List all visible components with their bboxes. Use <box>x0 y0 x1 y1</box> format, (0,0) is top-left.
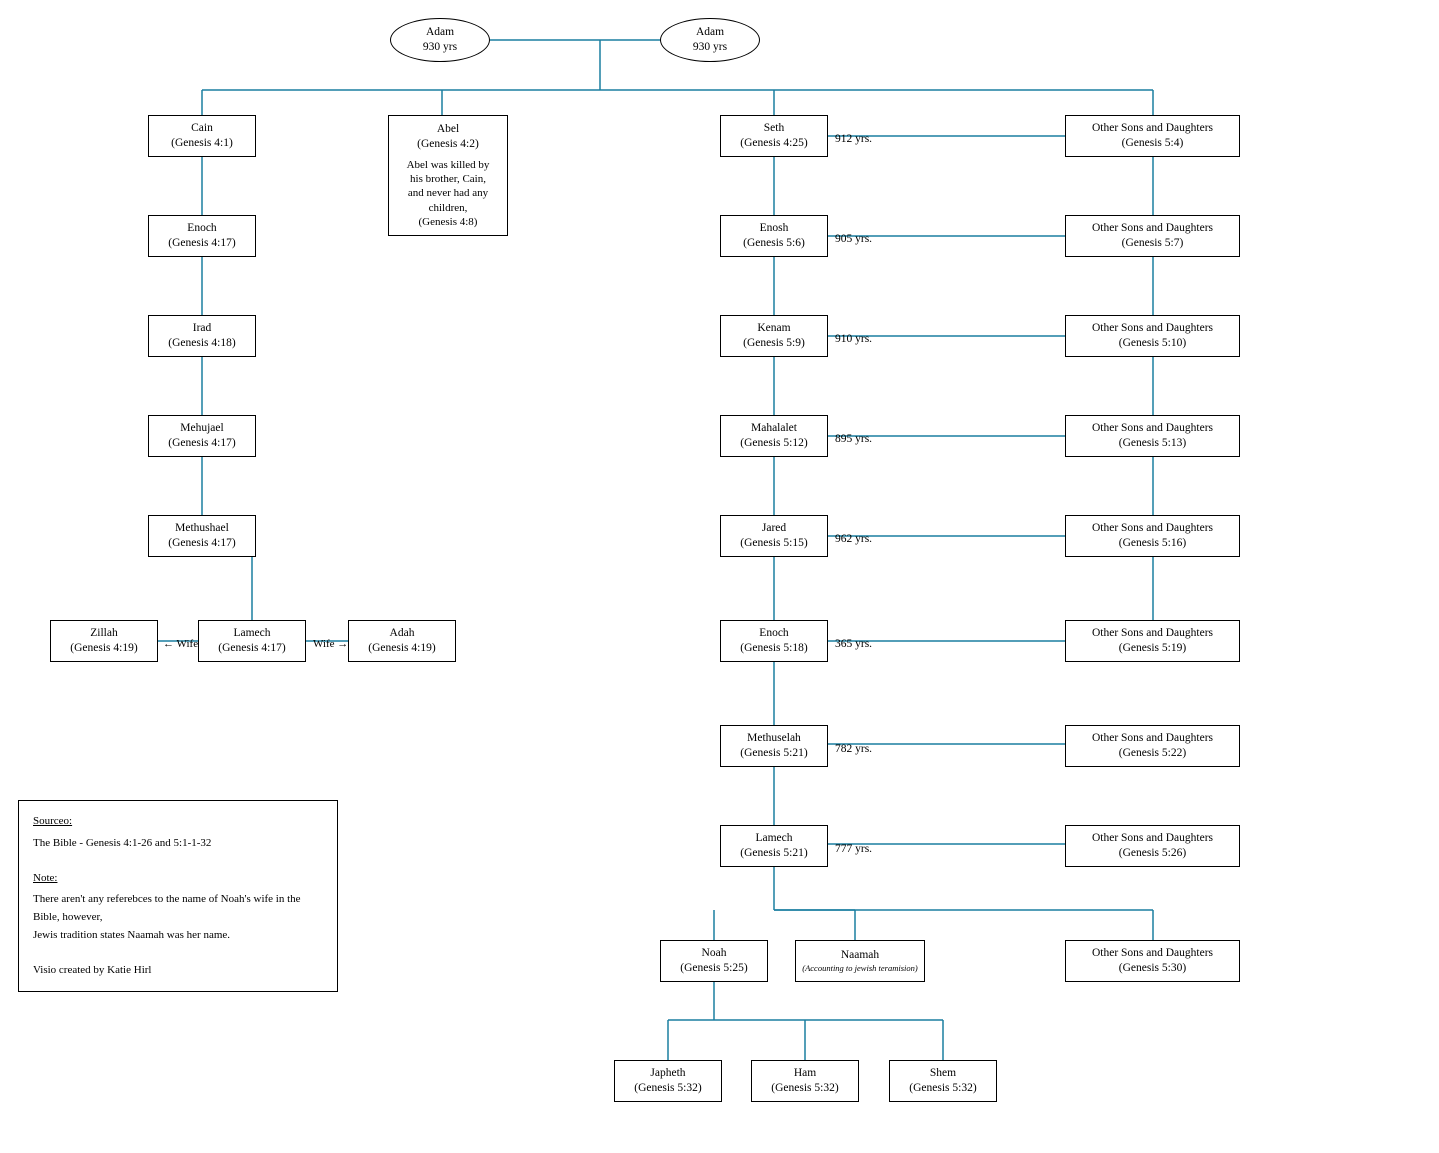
seth-node: Seth(Genesis 4:25) <box>720 115 828 157</box>
methuselah-node: Methuselah(Genesis 5:21) <box>720 725 828 767</box>
noah-node: Noah(Genesis 5:25) <box>660 940 768 982</box>
enoch-cain-node: Enoch(Genesis 4:17) <box>148 215 256 257</box>
mahalalet-node: Mahalalet(Genesis 5:12) <box>720 415 828 457</box>
naamah-node: Naamah (Accounting to jewish teramision) <box>795 940 925 982</box>
mehujael-node: Mehujael(Genesis 4:17) <box>148 415 256 457</box>
kenam-node: Kenam(Genesis 5:9) <box>720 315 828 357</box>
enoch-seth-node: Enoch(Genesis 5:18) <box>720 620 828 662</box>
other-sons-jared-node: Other Sons and Daughters(Genesis 5:16) <box>1065 515 1240 557</box>
enosh-node: Enosh(Genesis 5:6) <box>720 215 828 257</box>
lamech-seth-node: Lamech(Genesis 5:21) <box>720 825 828 867</box>
source-title: Sourceo: <box>33 815 72 827</box>
note-text: There aren't any referebces to the name … <box>33 891 323 944</box>
source-box: Sourceo: The Bible - Genesis 4:1-26 and … <box>18 800 338 992</box>
other-sons-lamech-seth-node: Other Sons and Daughters(Genesis 5:26) <box>1065 825 1240 867</box>
wife-label-right: Wife → <box>313 638 348 650</box>
adam1-node: Adam 930 yrs <box>390 18 490 62</box>
age-912: 912 yrs. <box>835 133 872 145</box>
methushael-node: Methushael(Genesis 4:17) <box>148 515 256 557</box>
note-title: Note: <box>33 872 57 884</box>
other-sons-mahalalet-node: Other Sons and Daughters(Genesis 5:13) <box>1065 415 1240 457</box>
other-sons-enosh-node: Other Sons and Daughters(Genesis 5:7) <box>1065 215 1240 257</box>
ham-node: Ham(Genesis 5:32) <box>751 1060 859 1102</box>
adam2-node: Adam 930 yrs <box>660 18 760 62</box>
other-sons-methuselah-node: Other Sons and Daughters(Genesis 5:22) <box>1065 725 1240 767</box>
wife-label-left: ← Wife <box>163 638 198 650</box>
other-sons-seth-node: Other Sons and Daughters(Genesis 5:4) <box>1065 115 1240 157</box>
abel-node: Abel(Genesis 4:2) Abel was killed byhis … <box>388 115 508 236</box>
adah-node: Adah(Genesis 4:19) <box>348 620 456 662</box>
other-sons-enoch-node: Other Sons and Daughters(Genesis 5:19) <box>1065 620 1240 662</box>
cain-node: Cain(Genesis 4:1) <box>148 115 256 157</box>
age-365: 365 yrs. <box>835 638 872 650</box>
diagram-container: Adam 930 yrs Adam 930 yrs Cain(Genesis 4… <box>0 0 1439 1153</box>
age-962: 962 yrs. <box>835 533 872 545</box>
age-777: 777 yrs. <box>835 843 872 855</box>
age-910: 910 yrs. <box>835 333 872 345</box>
visio-credit: Visio created by Katie Hirl <box>33 962 323 980</box>
age-905: 905 yrs. <box>835 233 872 245</box>
age-895: 895 yrs. <box>835 433 872 445</box>
source-text: The Bible - Genesis 4:1-26 and 5:1-1-32 <box>33 835 323 853</box>
japheth-node: Japheth(Genesis 5:32) <box>614 1060 722 1102</box>
jared-node: Jared(Genesis 5:15) <box>720 515 828 557</box>
shem-node: Shem(Genesis 5:32) <box>889 1060 997 1102</box>
lamech-cain-node: Lamech(Genesis 4:17) <box>198 620 306 662</box>
age-782: 782 yrs. <box>835 743 872 755</box>
zillah-node: Zillah(Genesis 4:19) <box>50 620 158 662</box>
other-sons-noah-node: Other Sons and Daughters(Genesis 5:30) <box>1065 940 1240 982</box>
other-sons-kenam-node: Other Sons and Daughters(Genesis 5:10) <box>1065 315 1240 357</box>
irad-node: Irad(Genesis 4:18) <box>148 315 256 357</box>
